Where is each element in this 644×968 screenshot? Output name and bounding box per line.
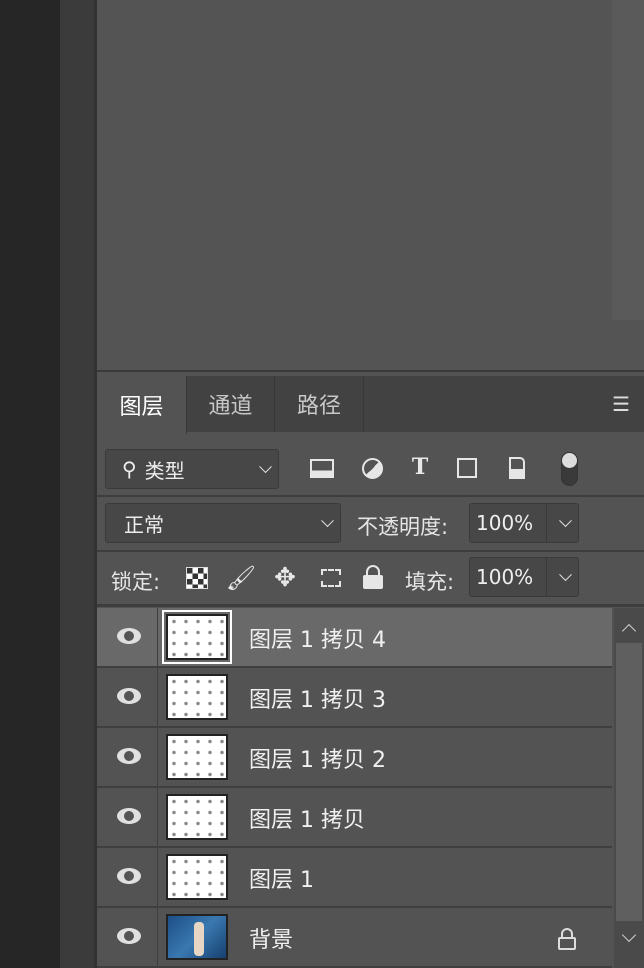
visibility-eye-icon[interactable] [117,628,141,644]
tab-layers[interactable]: 图层 [97,376,187,434]
visibility-eye-icon[interactable] [117,868,141,884]
layer-row[interactable]: 图层 1 拷贝 [97,788,612,848]
divider [157,908,158,968]
tab-paths[interactable]: 路径 [275,376,364,432]
adjustment-filter-icon[interactable] [358,454,386,482]
divider [157,668,158,728]
scroll-up-icon[interactable] [621,623,637,639]
image-filter-icon[interactable] [308,454,336,482]
layers-panel-tabs: 图层 通道 路径 [97,376,644,434]
chevron-down-icon[interactable] [559,514,572,528]
layer-name: 背景 [249,928,294,953]
visibility-eye-icon[interactable] [117,748,141,764]
chevron-down-icon [259,460,272,474]
layer-row[interactable]: 图层 1 拷贝 2 [97,728,612,788]
filter-type-select[interactable]: ⚲ 类型 [105,449,279,489]
filter-type-value: 类型 [144,458,185,483]
divider [97,604,644,607]
lock-icon [558,928,576,950]
opacity-input[interactable]: 100% [469,503,579,543]
visibility-eye-icon[interactable] [117,928,141,944]
layer-thumbnail [166,914,228,960]
layer-name: 图层 1 拷贝 [249,808,365,833]
layer-name: 图层 1 拷贝 3 [249,688,386,713]
layer-name: 图层 1 拷贝 4 [249,628,386,653]
layer-thumbnail [166,734,228,780]
visibility-eye-icon[interactable] [117,808,141,824]
layer-row[interactable]: 图层 1 拷贝 4 [97,608,612,668]
divider [157,848,158,908]
layer-thumbnail [166,854,228,900]
opacity-value: 100% [476,511,534,535]
filter-toggle-icon[interactable] [561,452,578,486]
blend-mode-value: 正常 [124,512,164,537]
lock-artboard-icon[interactable] [316,564,346,592]
lock-pixels-icon[interactable]: 🖌 [226,564,256,592]
hamburger-menu-icon[interactable]: ☰ [612,392,630,416]
tab-channels[interactable]: 通道 [187,376,275,432]
shape-filter-icon[interactable] [453,454,481,482]
search-icon: ⚲ [122,457,137,481]
opacity-label: 不透明度: [357,515,449,539]
text-filter-icon[interactable]: T [406,452,434,482]
layer-row[interactable]: 背景 [97,908,612,968]
lock-transparent-icon[interactable] [186,567,208,589]
left-dark-strip [0,0,60,968]
upper-panel-scrollbar[interactable] [612,0,644,320]
layer-name: 图层 1 [249,868,314,893]
toolbar-strip [60,0,94,968]
scrollbar-thumb[interactable] [616,643,642,921]
lock-label: 锁定: [111,570,161,594]
chevron-down-icon [321,514,334,528]
divider [157,788,158,848]
layer-thumbnail [162,610,232,664]
lock-all-icon[interactable] [363,565,383,589]
lock-position-icon[interactable]: ✥ [270,563,300,593]
fill-value: 100% [476,565,534,589]
fill-label: 填充: [405,570,455,594]
layer-row[interactable]: 图层 1 [97,848,612,908]
layer-thumbnail [166,794,228,840]
visibility-eye-icon[interactable] [117,688,141,704]
fill-input[interactable]: 100% [469,557,579,597]
upper-panel [97,0,644,372]
scroll-down-icon[interactable] [621,927,637,943]
divider [97,495,644,497]
divider [157,608,158,668]
smart-object-filter-icon[interactable] [503,454,531,482]
divider [157,728,158,788]
layer-row[interactable]: 图层 1 拷贝 3 [97,668,612,728]
layer-thumbnail [166,674,228,720]
layer-name: 图层 1 拷贝 2 [249,748,386,773]
divider [97,550,644,552]
chevron-down-icon[interactable] [559,568,572,582]
blend-mode-select[interactable]: 正常 [105,503,341,543]
